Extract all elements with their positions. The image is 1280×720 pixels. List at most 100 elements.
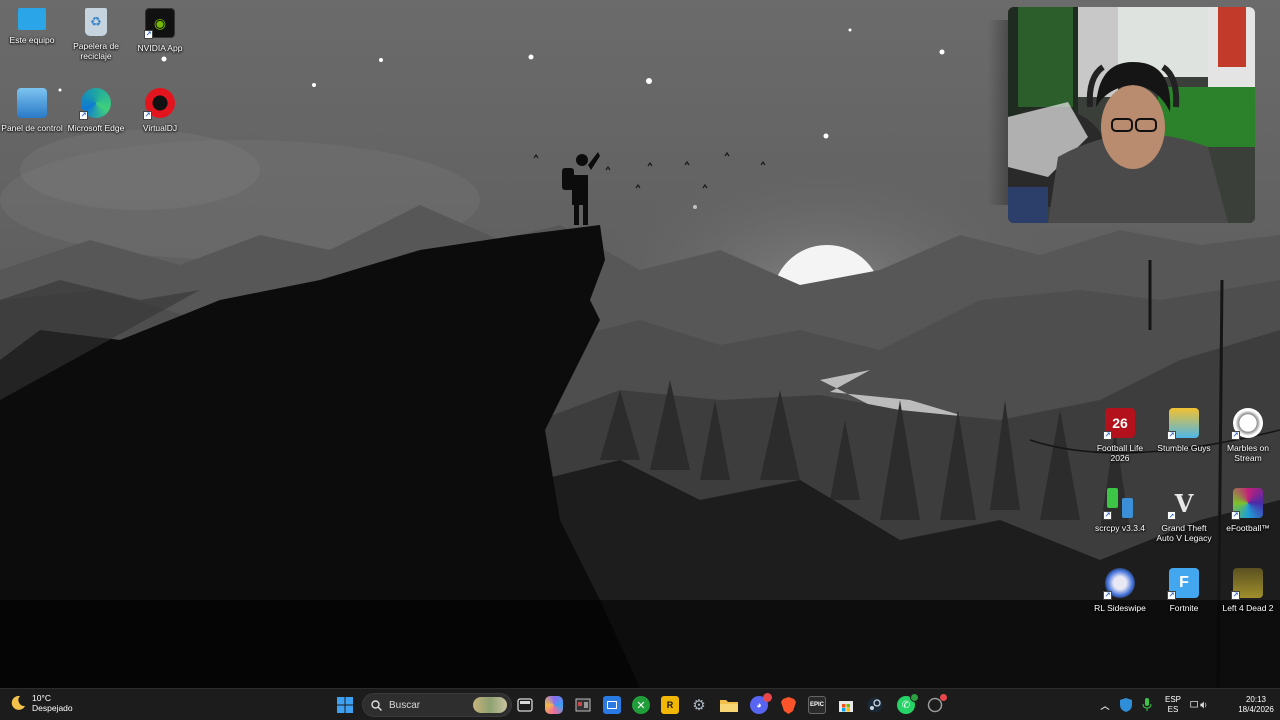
desktop-icon-football-life[interactable]: 26 ↗ Football Life 2026	[1088, 404, 1152, 468]
scrcpy-icon: ↗	[1103, 488, 1135, 520]
gear-icon: ⚙	[692, 697, 706, 714]
app-button-1[interactable]	[574, 696, 592, 714]
tray-microphone-button[interactable]	[1138, 696, 1156, 714]
desktop-icon-marbles[interactable]: ↗ Marbles on Stream	[1216, 404, 1280, 468]
app-icon	[575, 698, 591, 712]
input-language-code: ESP	[1164, 695, 1181, 704]
weather-widget[interactable]: 10°C Despejado	[10, 693, 73, 713]
brave-icon	[780, 696, 796, 714]
xbox-icon: ✕	[636, 699, 646, 712]
desktop-icon-papelera[interactable]: ♻ Papelera de reciclaje	[64, 4, 128, 68]
desktop-icon-fortnite[interactable]: F ↗ Fortnite	[1152, 564, 1216, 628]
chevron-up-icon: ︿	[1100, 700, 1110, 711]
steam-icon	[867, 697, 883, 713]
search-placeholder: Buscar	[389, 699, 421, 711]
nvidia-icon: ◉ ↗	[144, 8, 175, 39]
desktop-icon-microsoft-edge[interactable]: ↗ Microsoft Edge	[64, 84, 128, 148]
task-view-icon	[517, 698, 533, 712]
desktop-icon-rl-sideswipe[interactable]: ↗ RL Sideswipe	[1088, 564, 1152, 628]
desktop-icon-efootball[interactable]: ↗ eFootball™	[1216, 484, 1280, 548]
football-life-icon: 26 ↗	[1103, 408, 1135, 440]
desktop-icon-stumble-guys[interactable]: ↗ Stumble Guys	[1152, 404, 1216, 468]
clock[interactable]: 20:13 18/4/2026	[1236, 695, 1276, 715]
settings-button[interactable]: ⚙	[690, 696, 708, 714]
weather-condition: Despejado	[32, 703, 73, 713]
folder-icon	[720, 700, 738, 712]
network-volume-icon	[1190, 701, 1207, 709]
rockstar-button[interactable]: R	[661, 696, 679, 714]
copilot-button[interactable]	[545, 696, 563, 714]
left4dead2-icon: ↗	[1231, 568, 1263, 600]
search-highlight-image	[473, 697, 507, 713]
recycle-bin-icon: ♻	[85, 8, 107, 36]
clock-date: 18/4/2026	[1238, 705, 1274, 714]
whatsapp-button[interactable]: ✆	[897, 693, 919, 714]
virtualdj-icon: ↗	[143, 88, 175, 120]
desktop-icon-label: Football Life 2026	[1096, 443, 1144, 463]
fortnite-icon: F ↗	[1167, 568, 1199, 600]
task-view-button[interactable]	[516, 696, 534, 714]
efootball-icon: ↗	[1231, 488, 1263, 520]
epic-games-icon: EPIC	[809, 702, 824, 708]
epic-games-button[interactable]: EPIC	[808, 696, 826, 714]
rl-sideswipe-icon: ↗	[1103, 568, 1135, 600]
brave-button[interactable]	[779, 696, 797, 714]
steam-button[interactable]	[866, 696, 884, 714]
desktop-icon-left4dead2[interactable]: ↗ Left 4 Dead 2	[1216, 564, 1280, 628]
fortnite-glyph: F	[1179, 574, 1189, 591]
start-button[interactable]	[336, 696, 354, 714]
desktop-icon-este-equipo[interactable]: Este equipo	[0, 4, 64, 68]
webcam-overlay	[1008, 7, 1255, 223]
desktop-icon-label: Microsoft Edge	[67, 123, 125, 133]
show-hidden-icons-button[interactable]: ︿	[1096, 696, 1114, 714]
tray-network-volume-button[interactable]	[1190, 696, 1208, 714]
app-button-3[interactable]	[926, 694, 947, 714]
desktop-icon-virtualdj[interactable]: ↗ VirtualDJ	[128, 84, 192, 148]
desktop-icon-label: VirtualDJ	[142, 123, 178, 133]
shield-icon	[1120, 698, 1132, 712]
clock-time: 20:13	[1245, 695, 1267, 704]
microphone-icon	[1142, 698, 1152, 711]
search-box[interactable]: Buscar	[362, 693, 512, 717]
desktop-icon-scrcpy[interactable]: ↗ scrcpy v3.3.4	[1088, 484, 1152, 548]
discord-button[interactable]: ◕	[750, 693, 772, 714]
rockstar-icon: R	[666, 700, 674, 710]
desktop-icon-nvidia-app[interactable]: ◉ ↗ NVIDIA App	[128, 4, 192, 68]
desktop-icon-label: Este equipo	[9, 35, 55, 45]
gta-v-glyph: V	[1174, 488, 1194, 518]
desktop-icon-label: Grand Theft Auto V Legacy	[1156, 523, 1212, 543]
file-explorer-button[interactable]	[720, 696, 738, 714]
weather-temp: 10°C	[32, 693, 51, 703]
football-life-glyph: 26	[1112, 415, 1128, 431]
webcam-shadow	[988, 20, 1010, 205]
notification-badge	[763, 693, 772, 702]
marbles-icon: ↗	[1231, 408, 1263, 440]
desktop-icon-label: scrcpy v3.3.4	[1094, 523, 1146, 533]
app-button-2[interactable]	[603, 696, 621, 714]
desktop-icon-panel-de-control[interactable]: Panel de control	[0, 84, 64, 148]
windows-icon	[337, 697, 353, 713]
whatsapp-icon: ✆	[901, 699, 911, 711]
tray-defender-button[interactable]	[1117, 696, 1135, 714]
store-icon	[839, 701, 853, 712]
input-language-region: ES	[1167, 705, 1179, 714]
search-icon	[371, 699, 382, 711]
control-panel-icon	[17, 88, 47, 118]
desktop-icon-label: Stumble Guys	[1157, 443, 1211, 453]
gta-v-icon: V ↗	[1167, 488, 1194, 520]
app-icon	[607, 701, 617, 709]
desktop-icon-label: NVIDIA App	[137, 43, 183, 53]
input-language[interactable]: ESP ES	[1162, 695, 1184, 715]
store-button[interactable]	[837, 696, 855, 714]
moon-icon	[11, 695, 25, 710]
desktop-icon-label: eFootball™	[1226, 523, 1270, 533]
notification-badge	[910, 693, 919, 702]
xbox-button[interactable]: ✕	[632, 696, 650, 714]
notification-badge	[940, 694, 947, 701]
computer-icon	[18, 8, 46, 30]
desktop-icon-label: Papelera de reciclaje	[73, 41, 119, 61]
edge-icon: ↗	[79, 88, 111, 120]
discord-icon: ◕	[756, 700, 762, 710]
desktop-icon-gta-v[interactable]: V ↗ Grand Theft Auto V Legacy	[1152, 484, 1216, 548]
desktop-icon-label: Panel de control	[1, 123, 63, 133]
